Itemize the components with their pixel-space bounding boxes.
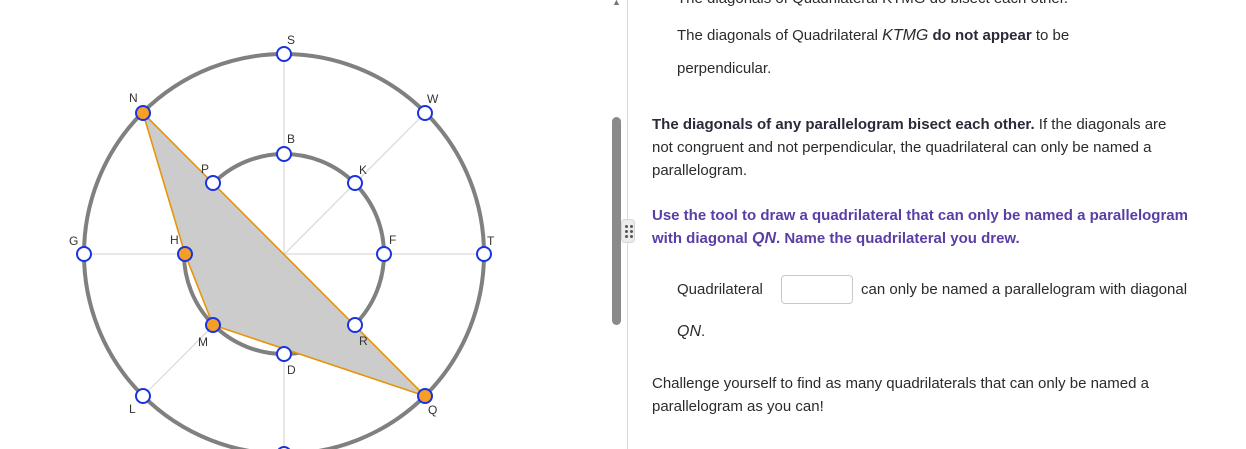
label-s: S (287, 33, 295, 47)
circle-diagram[interactable]: G T S W N L Q B K F R D M H P (0, 0, 608, 449)
paragraph-2-line-2: not congruent and not perpendicular, the… (652, 139, 1152, 156)
prompt-diagonal: QN (752, 230, 777, 247)
label-p: P (201, 162, 209, 176)
challenge-line-2: parallelogram as you can! (652, 398, 824, 415)
point-w[interactable] (417, 105, 433, 121)
label-l: L (129, 402, 136, 416)
quadrilateral-name: KTMG (882, 27, 929, 44)
point-r[interactable] (347, 317, 363, 333)
para2-emphasis: The diagonals of any parallelogram bisec… (652, 116, 1035, 133)
label-r: R (359, 334, 368, 348)
answer-label: Quadrilateral (677, 281, 763, 298)
label-t: T (487, 234, 495, 248)
quadrilateral-answer-input[interactable] (781, 275, 853, 304)
label-g: G (69, 234, 78, 248)
point-m[interactable] (205, 317, 221, 333)
paragraph-1-line-2: perpendicular. (677, 60, 772, 77)
point-f[interactable] (376, 246, 392, 262)
para1-text-end: to be (1035, 27, 1070, 44)
label-m: M (198, 335, 208, 349)
prompt-text: with diagonal (652, 230, 748, 247)
prompt-text-end: . Name the quadrilateral you drew. (776, 230, 1020, 247)
point-s[interactable] (276, 46, 292, 62)
answer-period: . (701, 323, 706, 340)
para2-text: If the diagonals are (1038, 116, 1167, 133)
point-q[interactable] (417, 388, 433, 404)
label-w: W (427, 92, 439, 106)
label-f: F (389, 233, 396, 247)
point-d[interactable] (276, 346, 292, 362)
label-n: N (129, 91, 138, 105)
label-k: K (359, 163, 367, 177)
paragraph-1-line-1: The diagonals of Quadrilateral KTMG do n… (677, 24, 1069, 47)
diagram-pane[interactable]: G T S W N L Q B K F R D M H P (0, 0, 608, 449)
label-d: D (287, 363, 296, 377)
cut-off-line: The diagonals of Quadrilateral KTMG do b… (677, 0, 1068, 10)
para1-emphasis: do not appear (932, 27, 1032, 44)
point-l[interactable] (135, 388, 151, 404)
answer-diagonal: QN (677, 323, 701, 340)
point-n[interactable] (135, 105, 151, 121)
para1-text: The diagonals of Quadrilateral (677, 27, 878, 44)
point-h[interactable] (177, 246, 193, 262)
answer-diagonal-line: QN. (677, 320, 705, 343)
instructions-pane: The diagonals of Quadrilateral KTMG do b… (628, 0, 1246, 449)
challenge-line-1: Challenge yourself to find as many quadr… (652, 375, 1149, 392)
point-g[interactable] (76, 246, 92, 262)
scrollbar-thumb[interactable] (612, 117, 621, 325)
prompt-line-2: with diagonal QN. Name the quadrilateral… (652, 227, 1020, 250)
point-t[interactable] (476, 246, 492, 262)
scroll-up-arrow-icon[interactable]: ▲ (612, 0, 621, 7)
prompt-line-1: Use the tool to draw a quadrilateral tha… (652, 207, 1188, 224)
paragraph-2-line-3: parallelogram. (652, 162, 748, 179)
label-b: B (287, 132, 295, 146)
point-p[interactable] (205, 175, 221, 191)
label-h: H (170, 233, 179, 247)
point-k[interactable] (347, 175, 363, 191)
point-b[interactable] (276, 146, 292, 162)
label-q: Q (428, 403, 437, 417)
paragraph-2-line-1: The diagonals of any parallelogram bisec… (652, 113, 1232, 136)
answer-after-text: can only be named a parallelogram with d… (861, 281, 1188, 298)
